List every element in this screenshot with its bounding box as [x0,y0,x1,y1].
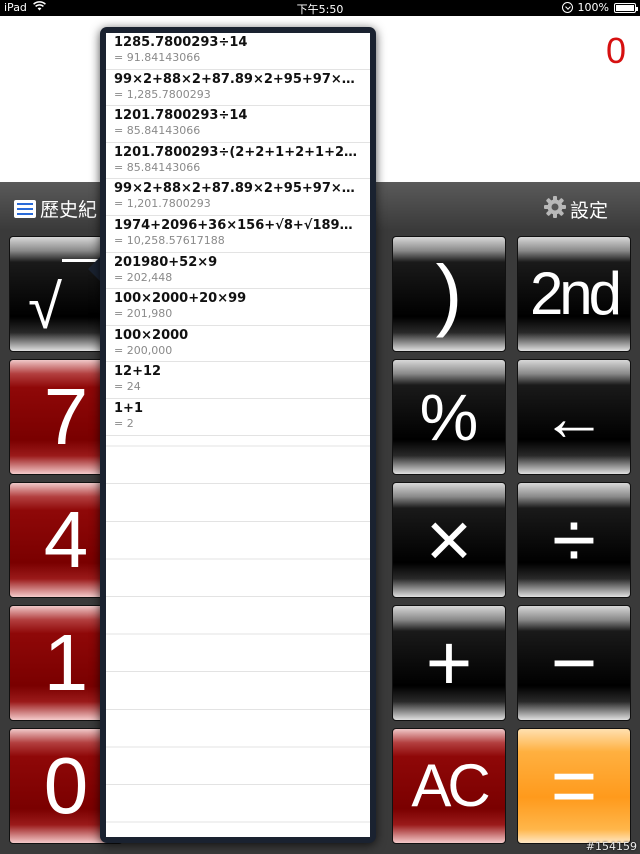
second-function-key[interactable]: 2nd [517,236,631,352]
history-item[interactable]: 100×2000 = 200,000 [106,325,370,363]
history-item[interactable]: 1+1 = 2 [106,398,370,436]
gear-icon [543,195,567,224]
history-item[interactable]: 1974+2096+36×156+√8+√189+30... = 10,258.5… [106,215,370,253]
history-item[interactable]: 1201.7800293÷(2+2+1+2+1+2+2+2)= 85.84143… [106,142,370,180]
history-expression: 201980+52×9 [114,254,218,270]
divide-label: ÷ [552,495,596,584]
history-expression: 1201.7800293÷(2+2+1+2+1+2+2+2) [114,144,362,160]
history-expression: 1285.7800293÷14 [114,35,248,50]
plus-label: + [425,618,473,707]
minus-key[interactable]: − [517,605,631,721]
history-expression: 1974+2096+36×156+√8+√189+30... [114,217,362,233]
settings-label: 設定 [569,200,608,222]
backspace-label: ← [541,380,607,454]
calculator-app: iPad 下午5:50 100% 0 歷史紀 設定 √) 2nd 7 % ← … [0,0,640,854]
percent-key[interactable]: % [392,359,506,475]
history-expression: 1201.7800293÷14 [114,108,248,124]
backspace-key[interactable]: ← [517,359,631,475]
equals-key[interactable]: = [517,728,631,844]
plus-key[interactable]: + [392,605,506,721]
history-label: 歷史紀 [40,199,98,221]
history-result: = 201,980 [114,307,173,321]
history-expression: 99×2+88×2+87.89×2+95+97×2+90... [114,181,362,197]
history-list[interactable]: 1285.7800293÷14 = 91.84143066 99×2+88×2+87… [106,33,370,837]
minus-label: − [550,618,598,707]
sqrt-key-label: √ [28,273,63,342]
history-item[interactable]: 99×2+88×2+87.89×2+95+97×2+90...= 1,201.7… [106,179,370,216]
history-result: = 85.84143066 [114,160,201,174]
history-popover: 1285.7800293÷14 = 91.84143066 99×2+88×2+87… [100,27,376,843]
history-result: = 202,448 [114,270,173,284]
equals-label: = [550,741,598,830]
history-item[interactable]: 100×2000+20×99 = 201,980 [106,289,370,326]
list-icon [14,199,36,218]
settings-button[interactable]: 設定 [543,195,608,224]
status-bar: iPad 下午5:50 100% [0,0,640,16]
close-paren-label: ) [435,249,463,338]
history-result: = 85.84143066 [114,124,201,138]
second-function-label: 2nd [529,260,622,327]
multiply-label: × [425,495,473,584]
zero-label: 0 [43,741,89,830]
watermark: #154159 [585,840,637,853]
history-result: = 24 [114,380,141,394]
history-expression: 1+1 [114,400,143,416]
history-expression: 12+12 [114,364,162,380]
display-value: 0 [605,30,626,71]
multiply-key[interactable]: × [392,482,506,598]
history-item[interactable]: 99×2+88×2+87.89×2+95+97×2+90...= 1,285.7… [106,69,370,107]
status-time: 下午5:50 [296,3,344,16]
history-result: = 200,000 [114,343,173,357]
seven-label: 7 [43,372,89,461]
rotation-lock-icon [561,2,573,13]
history-item[interactable]: 1201.7800293÷14 = 85.84143066 [106,106,370,143]
battery-percent: 100% [577,1,609,14]
history-result: = 1,285.7800293 [114,87,211,101]
battery-icon [614,2,638,13]
close-paren-key[interactable]: ) [392,236,506,352]
history-result: = 2 [114,416,134,430]
history-expression: 100×2000+20×99 [114,291,247,307]
four-label: 4 [43,495,89,584]
all-clear-key[interactable]: AC [392,728,506,844]
history-expression: 99×2+88×2+87.89×2+95+97×2+90... [114,71,362,87]
one-label: 1 [43,618,89,707]
percent-label: % [419,380,479,454]
all-clear-label: AC [411,752,490,819]
history-expression: 100×2000 [114,327,189,343]
divide-key[interactable]: ÷ [517,482,631,598]
history-item[interactable]: 12+12 = 24 [106,362,370,399]
history-item[interactable]: 1285.7800293÷14 = 91.84143066 [106,33,370,70]
history-item[interactable]: 201980+52×9 = 202,448 [106,252,370,290]
history-result: = 1,201.7800293 [114,197,211,211]
history-result: = 91.84143066 [114,51,201,64]
history-button[interactable]: 歷史紀 [14,195,97,222]
history-result: = 10,258.57617188 [114,233,225,247]
